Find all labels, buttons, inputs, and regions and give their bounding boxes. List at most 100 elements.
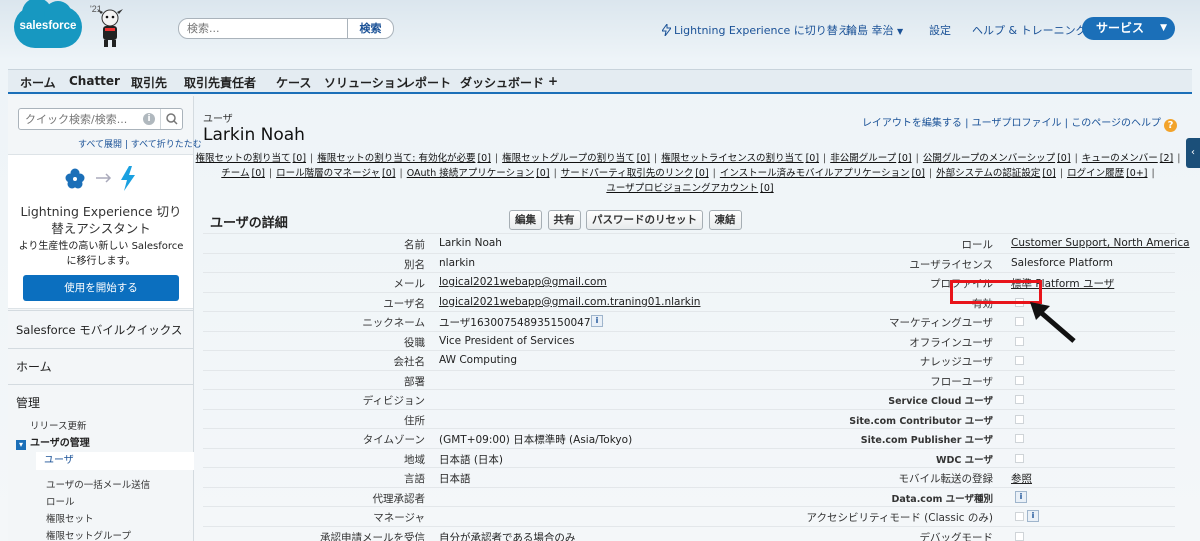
field-value[interactable]: 参照: [1011, 471, 1032, 486]
user-management-label: ユーザの管理: [30, 438, 90, 449]
field-value: 日本語: [439, 473, 471, 485]
field-value: nlarkin: [439, 256, 475, 269]
help-icon[interactable]: ?: [1164, 119, 1177, 132]
separator: |: [654, 153, 658, 164]
field-label: マネージャ: [373, 512, 425, 524]
field-label: 部署: [404, 375, 425, 388]
tab-reports[interactable]: レポート: [403, 74, 451, 91]
user-management-folder[interactable]: ▾ ユーザの管理: [16, 434, 90, 450]
expand-collapse-links[interactable]: すべて展開 | すべて折りたたむ: [78, 137, 202, 150]
related-list-count[interactable]: [0]: [898, 153, 911, 164]
tab-home[interactable]: ホーム: [20, 74, 56, 91]
related-list-link[interactable]: 権限セットの割り当て: [196, 153, 291, 164]
tab-chatter[interactable]: Chatter: [69, 74, 120, 88]
release-updates-link[interactable]: リリース更新: [30, 418, 87, 432]
related-list-count[interactable]: [0]: [912, 168, 925, 179]
related-list-count[interactable]: [0]: [1057, 153, 1070, 164]
field-label: Data.com ユーザ種別: [891, 493, 993, 505]
mobile-quickstart-link[interactable]: Salesforce モバイルクイックスタート: [8, 310, 193, 375]
sidebar-item-mass-email[interactable]: ユーザの一括メール送信: [46, 477, 150, 491]
related-list-count[interactable]: [0]: [806, 153, 819, 164]
top-links: レイアウトを編集する | ユーザプロファイル | このページのヘルプ?: [862, 114, 1177, 132]
related-list-links-row-3: ユーザプロビジョニングアカウント [0]: [195, 180, 1185, 194]
field-label: Service Cloud ユーザ: [888, 396, 993, 407]
related-list-count[interactable]: [0]: [293, 153, 306, 164]
share-button[interactable]: 共有: [547, 210, 581, 230]
assistant-description: より生産性の高い新しい Salesforce に移行します。: [18, 241, 184, 267]
separator: |: [1074, 153, 1078, 164]
related-list-count[interactable]: [0]: [637, 153, 650, 164]
related-list-links-row-1: 権限セットの割り当て [0] | 権限セットの割り当て: 有効化が必要 [0] | 権限セッ…: [195, 150, 1185, 164]
related-list-count[interactable]: [0]: [760, 183, 773, 194]
tab-add-icon[interactable]: +: [548, 74, 558, 88]
related-list-count[interactable]: [0]: [536, 168, 549, 179]
user-menu[interactable]: 輪島 幸治 ▼: [846, 22, 903, 38]
related-list-count[interactable]: [0]: [382, 168, 395, 179]
salesforce-logo[interactable]: salesforce: [14, 0, 82, 48]
checkbox: [1015, 531, 1024, 541]
info-icon[interactable]: i: [591, 315, 603, 327]
sidebar-item-users[interactable]: ユーザ: [36, 452, 194, 470]
reset-password-button[interactable]: パスワードのリセット: [586, 210, 703, 230]
lightning-bolt-icon: [661, 22, 672, 37]
side-panel-toggle[interactable]: ‹: [1186, 138, 1200, 168]
related-list-count[interactable]: [0]: [252, 168, 265, 179]
tab-cases[interactable]: ケース: [276, 74, 311, 91]
field-value[interactable]: logical2021webapp@gmail.com.traning01.nl…: [439, 296, 700, 308]
related-list-link[interactable]: サードパーティ取引先のリンク: [561, 168, 693, 179]
related-list-link[interactable]: インストール済みモバイルアプリケーション: [720, 168, 910, 179]
collapse-icon: ▾: [16, 440, 26, 450]
field-value[interactable]: Customer Support, North America: [1011, 237, 1190, 249]
related-list-link[interactable]: ログイン履歴: [1067, 168, 1124, 179]
sidebar: i すべて展開 | すべて折りたたむ Lightning Experience …: [8, 96, 202, 541]
sidebar-item-permission-set-groups[interactable]: 権限セットグループ: [46, 528, 131, 541]
field-value[interactable]: logical2021webapp@gmail.com: [439, 276, 607, 288]
top-links-text[interactable]: レイアウトを編集する | ユーザプロファイル | このページのヘルプ: [862, 118, 1161, 129]
mascot-year: '21: [90, 4, 102, 14]
related-list-link[interactable]: 権限セットの割り当て: 有効化が必要: [317, 153, 475, 164]
related-list-count[interactable]: [2]: [1160, 153, 1173, 164]
related-list-link[interactable]: OAuth 接続アプリケーション: [407, 168, 534, 179]
quick-search-input[interactable]: [19, 109, 139, 129]
lightning-switch-link[interactable]: Lightning Experience に切り替え: [661, 22, 849, 38]
related-list-link[interactable]: 権限セットグループの割り当て: [502, 153, 634, 164]
checkbox: [1015, 512, 1024, 521]
related-list-link[interactable]: チーム: [221, 168, 249, 179]
tab-solutions[interactable]: ソリューション: [324, 74, 408, 91]
sidebar-home-link[interactable]: ホーム: [8, 348, 193, 384]
info-icon[interactable]: i: [143, 113, 155, 125]
related-list-link[interactable]: 非公開グループ: [830, 153, 896, 164]
edit-button[interactable]: 編集: [509, 210, 542, 230]
related-list-links-row-2: チーム [0] | ロール階層のマネージャ [0] | OAuth 接続アプリケーション [0…: [195, 165, 1185, 179]
search-icon[interactable]: [160, 109, 182, 129]
info-icon[interactable]: i: [1027, 510, 1039, 522]
field-label: 名前: [404, 239, 425, 251]
global-search: 検索: [178, 18, 394, 39]
info-icon[interactable]: i: [1015, 490, 1027, 503]
field-value: Salesforce Platform: [1011, 256, 1114, 269]
sidebar-item-permission-sets[interactable]: 権限セット: [46, 511, 94, 525]
related-list-count[interactable]: [0]: [695, 168, 708, 179]
field-value: 日本語 (日本): [439, 453, 504, 466]
related-list-link[interactable]: 公開グループのメンバーシップ: [923, 153, 1055, 164]
related-list-count[interactable]: [0]: [1042, 168, 1055, 179]
related-list-count[interactable]: [0+]: [1126, 168, 1147, 179]
lightning-assistant-card: Lightning Experience 切り替えアシスタント より生産性の高い…: [8, 154, 193, 309]
related-list-count[interactable]: [0]: [477, 153, 490, 164]
related-list-link[interactable]: 権限セットライセンスの割り当て: [661, 153, 803, 164]
tab-accounts[interactable]: 取引先: [131, 74, 167, 91]
tab-contacts[interactable]: 取引先責任者: [184, 74, 256, 91]
related-list-link[interactable]: 外部システムの認証設定: [936, 168, 1040, 179]
related-list-link[interactable]: キューのメンバー: [1082, 153, 1158, 164]
related-list-link[interactable]: ロール階層のマネージャ: [276, 168, 380, 179]
global-search-input[interactable]: [179, 19, 339, 38]
app-menu-button[interactable]: サービス ▼: [1082, 17, 1175, 40]
related-list-link[interactable]: ユーザプロビジョニングアカウント: [606, 183, 758, 194]
freeze-button[interactable]: 凍結: [708, 210, 742, 230]
help-training-link[interactable]: ヘルプ & トレーニング: [972, 22, 1087, 38]
tab-dashboards[interactable]: ダッシュボード: [460, 74, 544, 91]
get-started-button[interactable]: 使用を開始する: [23, 275, 179, 301]
sidebar-item-roles[interactable]: ロール: [46, 494, 75, 508]
search-button[interactable]: 検索: [347, 19, 393, 38]
setup-link[interactable]: 設定: [929, 22, 951, 38]
